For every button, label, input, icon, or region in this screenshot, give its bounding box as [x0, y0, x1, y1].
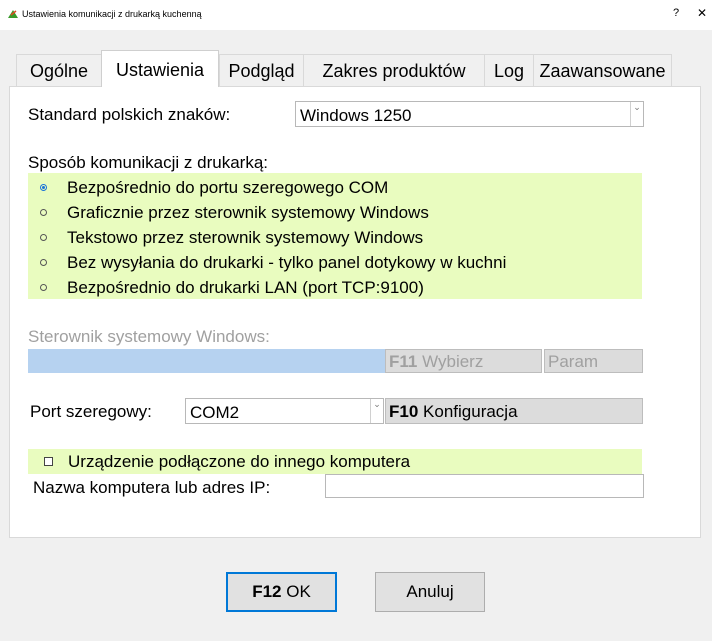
- radio-label: Bezpośrednio do drukarki LAN (port TCP:9…: [67, 278, 424, 297]
- tab-log[interactable]: Log: [484, 54, 534, 86]
- help-button[interactable]: ?: [673, 7, 679, 19]
- tab-label: Zaawansowane: [539, 61, 666, 81]
- tab-label: Ustawienia: [115, 60, 205, 80]
- f12-key: F12: [252, 582, 282, 601]
- serial-config-label: Konfiguracja: [423, 402, 518, 421]
- chevron-down-icon: ⌄: [630, 102, 643, 126]
- ok-label: OK: [286, 582, 311, 601]
- remote-checkbox-label[interactable]: Urządzenie podłączone do innego komputer…: [68, 452, 410, 472]
- serial-port-value: COM2: [190, 403, 240, 422]
- ok-button[interactable]: F12 OK: [226, 572, 337, 612]
- radio-icon: [40, 259, 47, 266]
- app-icon: [8, 10, 18, 18]
- radio-selected-icon: [40, 184, 47, 191]
- tab-ustawienia[interactable]: Ustawienia: [101, 50, 219, 87]
- select-driver-button: F11 Wybierz: [385, 349, 542, 373]
- driver-field: [28, 349, 385, 373]
- cancel-label: Anuluj: [406, 582, 454, 601]
- serial-label: Port szeregowy:: [30, 402, 152, 421]
- radio-label: Bez wysyłania do drukarki - tylko panel …: [67, 253, 507, 272]
- close-button[interactable]: ✕: [697, 6, 707, 20]
- ip-input[interactable]: [325, 474, 644, 498]
- radio-label: Bezpośrednio do portu szeregowego COM: [67, 178, 389, 197]
- f11-key: F11: [389, 352, 418, 371]
- tab-label: Log: [493, 61, 525, 81]
- tab-podglad[interactable]: Podgląd: [219, 54, 304, 86]
- charset-select[interactable]: Windows 1250 ⌄: [295, 101, 644, 127]
- f10-key: F10: [389, 402, 419, 421]
- radio-label: Graficznie przez sterownik systemowy Win…: [67, 203, 429, 222]
- title-bar: Ustawienia komunikacji z drukarką kuchen…: [0, 0, 712, 30]
- remote-checkbox[interactable]: [44, 457, 53, 466]
- radio-icon: [40, 234, 47, 241]
- param-label: Param: [548, 352, 599, 371]
- ip-label: Nazwa komputera lub adres IP:: [33, 478, 271, 497]
- charset-label: Standard polskich znaków:: [28, 105, 231, 124]
- tab-label: Zakres produktów: [322, 61, 466, 81]
- tab-label: Ogólne: [29, 61, 89, 81]
- communication-label: Sposób komunikacji z drukarką:: [28, 153, 269, 172]
- driver-label: Sterownik systemowy Windows:: [28, 327, 270, 346]
- select-driver-label: Wybierz: [422, 352, 484, 371]
- cancel-button[interactable]: Anuluj: [375, 572, 485, 612]
- window-title: Ustawienia komunikacji z drukarką kuchen…: [22, 9, 202, 19]
- charset-value: Windows 1250: [300, 106, 412, 125]
- tab-zakres-produktow[interactable]: Zakres produktów: [303, 54, 485, 86]
- chevron-down-icon: ⌄: [370, 399, 383, 423]
- param-button: Param: [544, 349, 643, 373]
- radio-label: Tekstowo przez sterownik systemowy Windo…: [67, 228, 424, 247]
- radio-icon: [40, 209, 47, 216]
- tab-label: Podgląd: [228, 61, 295, 81]
- serial-config-button[interactable]: F10 Konfiguracja: [385, 398, 643, 424]
- tab-ogolne[interactable]: Ogólne: [16, 54, 102, 86]
- serial-port-select[interactable]: COM2 ⌄: [185, 398, 384, 424]
- tab-zaawansowane[interactable]: Zaawansowane: [533, 54, 672, 86]
- radio-icon: [40, 284, 47, 291]
